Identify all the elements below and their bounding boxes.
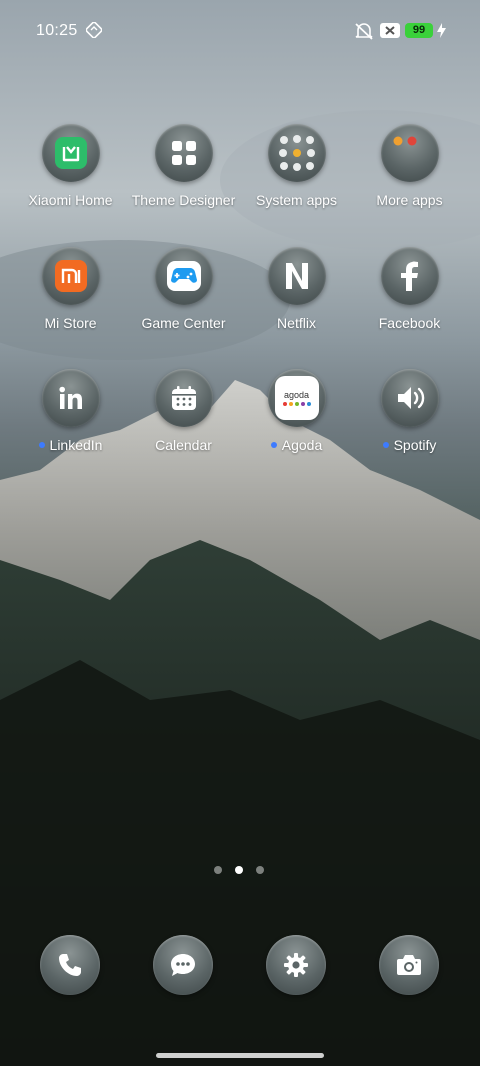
page-dot[interactable] (256, 866, 264, 874)
battery-icon: 99 (405, 23, 433, 38)
gamepad-icon (154, 247, 213, 305)
dock-phone[interactable] (13, 935, 126, 995)
camera-icon (378, 935, 439, 995)
app-label: Game Center (141, 315, 226, 331)
dock-settings[interactable] (239, 935, 352, 995)
new-install-dot (270, 442, 277, 448)
app-label: Theme Designer (131, 192, 236, 208)
folder-label: System apps (256, 192, 337, 208)
agoda-icon: agoda (267, 369, 326, 427)
app-netflix[interactable]: Netflix (240, 247, 353, 331)
dock-camera[interactable] (352, 935, 465, 995)
folder-icon (267, 124, 326, 182)
app-agoda[interactable]: agoda Agoda (240, 369, 353, 453)
messages-icon (152, 935, 213, 995)
folder-icon (380, 124, 439, 182)
linkedin-icon (41, 369, 100, 427)
page-dot[interactable] (214, 866, 222, 874)
app-game-center[interactable]: Game Center (127, 247, 240, 331)
agoda-wordmark: agoda (283, 390, 310, 400)
phone-icon (39, 935, 100, 995)
app-xiaomi-home[interactable]: Xiaomi Home (14, 124, 127, 208)
app-label: Xiaomi Home (28, 192, 113, 208)
folder-more-apps[interactable]: More apps (353, 124, 466, 208)
page-dot-active[interactable] (235, 866, 243, 874)
status-bar: 10:25 99 (0, 0, 480, 62)
app-linkedin[interactable]: LinkedIn (14, 369, 127, 453)
app-calendar[interactable]: Calendar (127, 369, 240, 453)
mi-store-icon (41, 247, 100, 305)
grid-icon (154, 124, 213, 182)
calendar-icon (154, 369, 213, 427)
mute-icon (354, 22, 374, 45)
app-facebook[interactable]: Facebook (353, 247, 466, 331)
xiaomi-home-icon (41, 124, 100, 182)
page-indicator[interactable] (214, 866, 266, 876)
app-label: Agoda (281, 437, 323, 453)
app-label: LinkedIn (49, 437, 103, 453)
facebook-icon (380, 247, 439, 305)
nfc-icon (85, 21, 103, 43)
new-install-dot (382, 442, 389, 448)
speaker-icon (380, 369, 439, 427)
settings-icon (265, 935, 326, 995)
app-label: Spotify (393, 437, 437, 453)
app-spotify[interactable]: Spotify (353, 369, 466, 453)
app-label: Mi Store (44, 315, 97, 331)
app-theme-designer[interactable]: Theme Designer (127, 124, 240, 208)
gesture-navigation-bar[interactable] (156, 1053, 324, 1058)
app-label: Netflix (277, 315, 316, 331)
folder-system-apps[interactable]: System apps (240, 124, 353, 208)
new-install-dot (38, 442, 45, 448)
no-sim-icon (380, 23, 400, 43)
dock-messages[interactable] (126, 935, 239, 995)
app-label: Calendar (155, 437, 212, 453)
charging-icon (437, 23, 446, 43)
app-mi-store[interactable]: Mi Store (14, 247, 127, 331)
netflix-icon (267, 247, 326, 305)
folder-label: More apps (376, 192, 443, 208)
app-label: Facebook (378, 315, 441, 331)
clock: 10:25 (36, 22, 78, 39)
